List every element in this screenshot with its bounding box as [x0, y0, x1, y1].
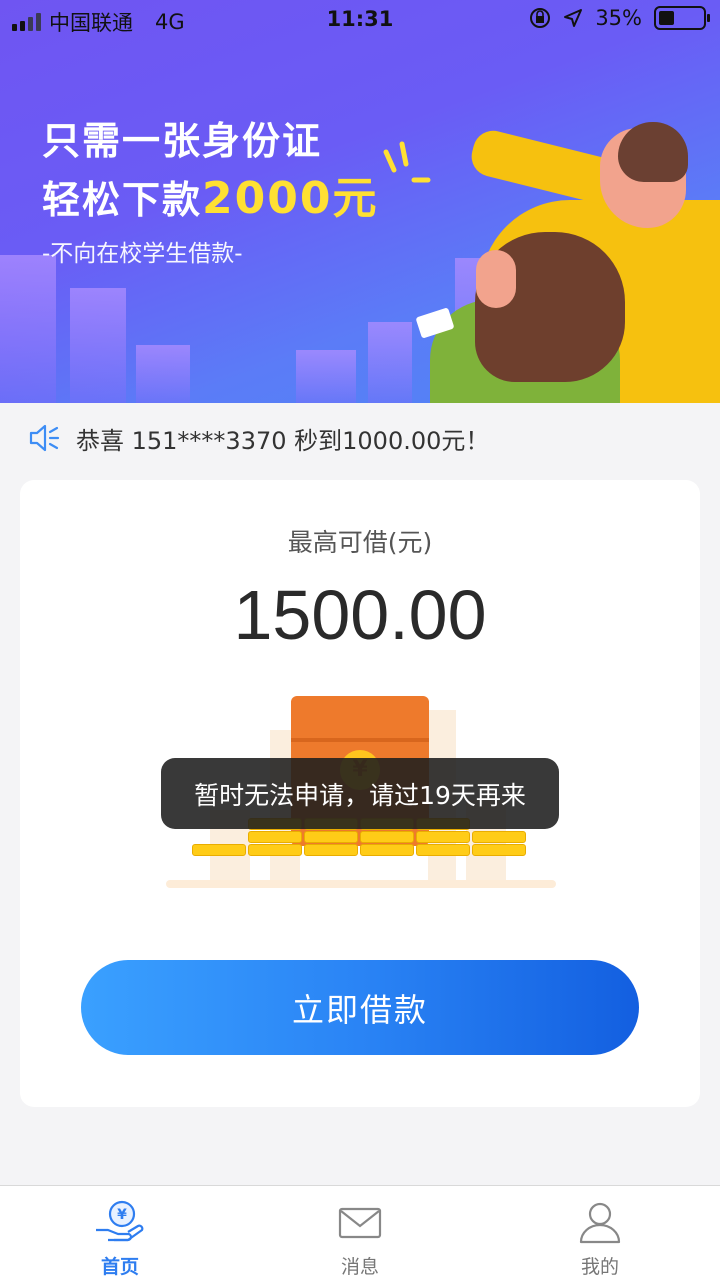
banner-headline: 只需一张身份证 轻松下款2000元: [42, 112, 378, 229]
status-bar: 中国联通 4G 11:31 35%: [0, 0, 720, 40]
toast-message: 暂时无法申请，请过19天再来: [161, 758, 559, 829]
location-arrow-icon: [564, 9, 583, 27]
coin-stack: [192, 844, 526, 856]
decorative-building: [136, 345, 190, 403]
borrow-now-button[interactable]: 立即借款: [81, 960, 639, 1055]
decorative-building: [0, 255, 56, 403]
decorative-building: [368, 322, 412, 403]
max-borrow-label: 最高可借(元): [287, 528, 433, 557]
tab-messages[interactable]: 消息: [240, 1186, 480, 1280]
hero-banner[interactable]: 中国联通 4G 11:31 35% 只需一张身份证 轻松下款2000元 -不向在…: [0, 0, 720, 403]
svg-text:¥: ¥: [117, 1207, 127, 1223]
headline-amount: 2000元: [202, 173, 379, 224]
hand-yuan-icon: ¥: [96, 1200, 144, 1242]
decorative-building: [296, 350, 356, 403]
banner-subline: -不向在校学生借款-: [42, 241, 243, 267]
orientation-lock-icon: [530, 8, 551, 28]
sparkle-icon: [383, 141, 431, 183]
notice-bar: 恭喜 151****3370 秒到1000.00元！: [0, 403, 720, 473]
tab-mine-label: 我的: [580, 1256, 619, 1278]
headline-prefix: 轻松下款: [42, 178, 203, 222]
tab-mine[interactable]: 我的: [480, 1186, 720, 1280]
person-icon: [579, 1202, 621, 1244]
tab-home[interactable]: ¥ 首页: [0, 1186, 240, 1280]
battery-percent: 35%: [595, 6, 642, 30]
bottom-tab-bar: ¥ 首页 消息 我的: [0, 1185, 720, 1280]
man-illustration-hair: [618, 122, 688, 182]
decorative-building: [70, 288, 126, 403]
woman-illustration-face: [476, 250, 516, 308]
illustration-ground: [166, 880, 556, 888]
max-borrow-amount: 1500.00: [233, 576, 487, 654]
speaker-icon: [29, 424, 60, 452]
headline-line-2: 轻松下款2000元: [42, 170, 378, 229]
tab-messages-label: 消息: [340, 1256, 379, 1278]
headline-line-1: 只需一张身份证: [42, 119, 323, 163]
battery-icon: [654, 6, 710, 30]
notice-text: 恭喜 151****3370 秒到1000.00元！: [76, 426, 490, 455]
tab-home-label: 首页: [100, 1256, 139, 1278]
coin-stack: [248, 831, 526, 843]
envelope-icon: [338, 1207, 382, 1239]
